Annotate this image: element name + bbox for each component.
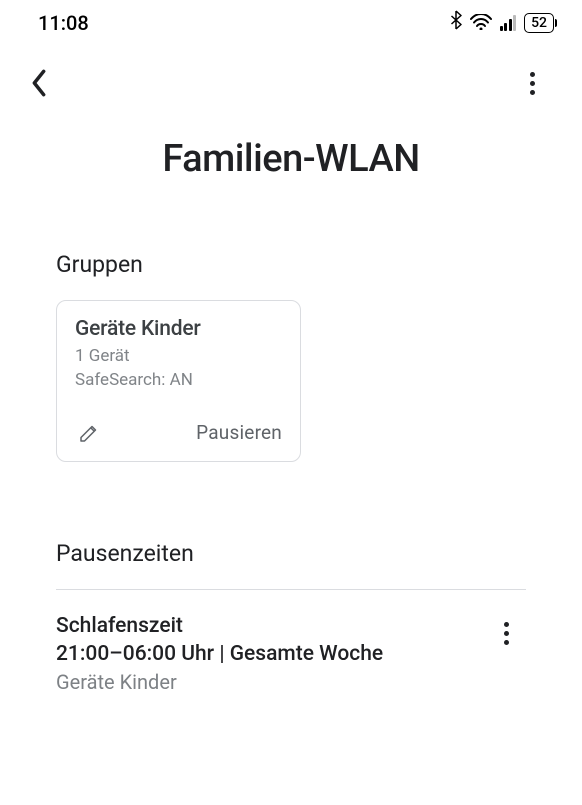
edit-group-button[interactable] [75, 419, 103, 447]
signal-icon [500, 15, 517, 31]
schedule-item[interactable]: Schlafenszeit 21:00–06:00 Uhr | Gesamte … [56, 612, 526, 695]
pause-times-header: Pausenzeiten [56, 540, 526, 567]
schedule-more-button[interactable] [486, 614, 526, 654]
status-icons: 52 [450, 10, 554, 35]
more-vertical-icon [504, 622, 509, 645]
pencil-icon [79, 423, 99, 443]
page-title: Familien-WLAN [0, 137, 582, 181]
back-button[interactable] [30, 63, 70, 103]
status-bar: 11:08 52 [0, 0, 582, 41]
status-time: 11:08 [38, 11, 89, 35]
group-safesearch: SafeSearch: AN [75, 369, 282, 393]
group-device-count: 1 Gerät [75, 345, 282, 369]
groups-section: Gruppen Geräte Kinder 1 Gerät SafeSearch… [0, 251, 582, 462]
wifi-icon [470, 11, 492, 35]
group-card[interactable]: Geräte Kinder 1 Gerät SafeSearch: AN Pau… [56, 300, 301, 462]
pause-group-button[interactable]: Pausieren [196, 421, 282, 444]
more-options-button[interactable] [512, 63, 552, 103]
pause-times-section: Pausenzeiten Schlafenszeit 21:00–06:00 U… [0, 540, 582, 695]
schedule-group: Geräte Kinder [56, 670, 486, 694]
chevron-left-icon [30, 69, 48, 97]
groups-header: Gruppen [56, 251, 526, 278]
more-vertical-icon [530, 72, 535, 95]
battery-indicator: 52 [524, 13, 554, 33]
divider [56, 589, 526, 590]
bluetooth-icon [450, 10, 462, 35]
schedule-time: 21:00–06:00 Uhr | Gesamte Woche [56, 640, 486, 668]
group-card-title: Geräte Kinder [75, 317, 282, 341]
schedule-name: Schlafenszeit [56, 612, 486, 640]
nav-bar [0, 41, 582, 113]
